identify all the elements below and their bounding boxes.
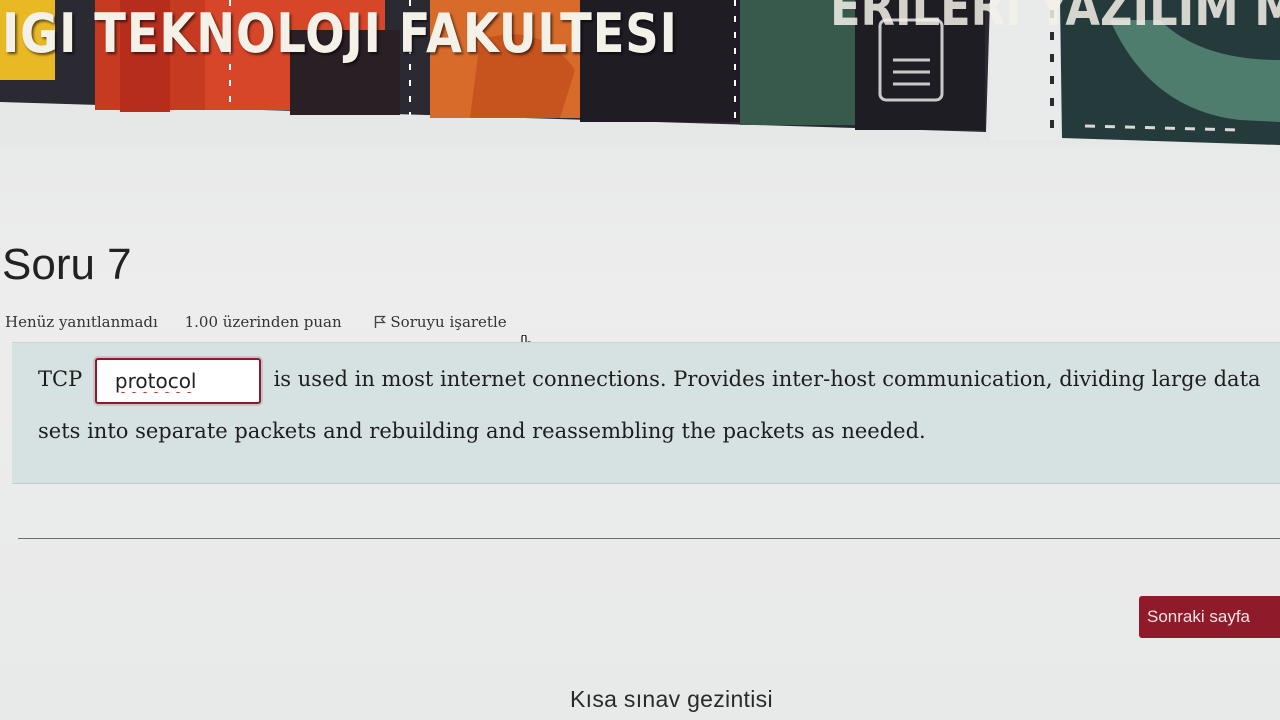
banner-subtitle: ERILERI YAZILIM MUHEND bbox=[830, 0, 1280, 38]
divider bbox=[18, 538, 1280, 539]
flag-icon bbox=[375, 315, 387, 328]
quiz-navigation-heading[interactable]: Kısa sınav gezintisi bbox=[570, 686, 773, 713]
next-page-button[interactable]: Sonraki sayfa bbox=[1139, 596, 1280, 638]
quiz-page: ERILERI YAZILIM MUHEND IGI TEKNOLOJI FAK… bbox=[0, 0, 1280, 720]
question-grade: 1.00 üzerinden puan bbox=[184, 313, 342, 331]
question-text: TCP is used in most internet connections… bbox=[38, 353, 1278, 457]
header-banner: ERILERI YAZILIM MUHEND IGI TEKNOLOJI FAK… bbox=[0, 0, 1280, 145]
question-state: Henüz yanıtlanmadı bbox=[5, 313, 158, 331]
flag-label: Soruyu işaretle bbox=[390, 313, 507, 331]
question-info: Henüz yanıtlanmadı 1.00 üzerinden puan S… bbox=[5, 313, 507, 331]
banner-title: IGI TEKNOLOJI FAKULTESI bbox=[2, 2, 678, 65]
question-content: TCP is used in most internet connections… bbox=[12, 342, 1280, 484]
question-text-before: TCP bbox=[38, 367, 83, 391]
answer-input[interactable] bbox=[94, 357, 261, 404]
question-title: Soru 7 bbox=[2, 240, 132, 289]
flag-question-link[interactable]: Soruyu işaretle bbox=[374, 313, 507, 331]
